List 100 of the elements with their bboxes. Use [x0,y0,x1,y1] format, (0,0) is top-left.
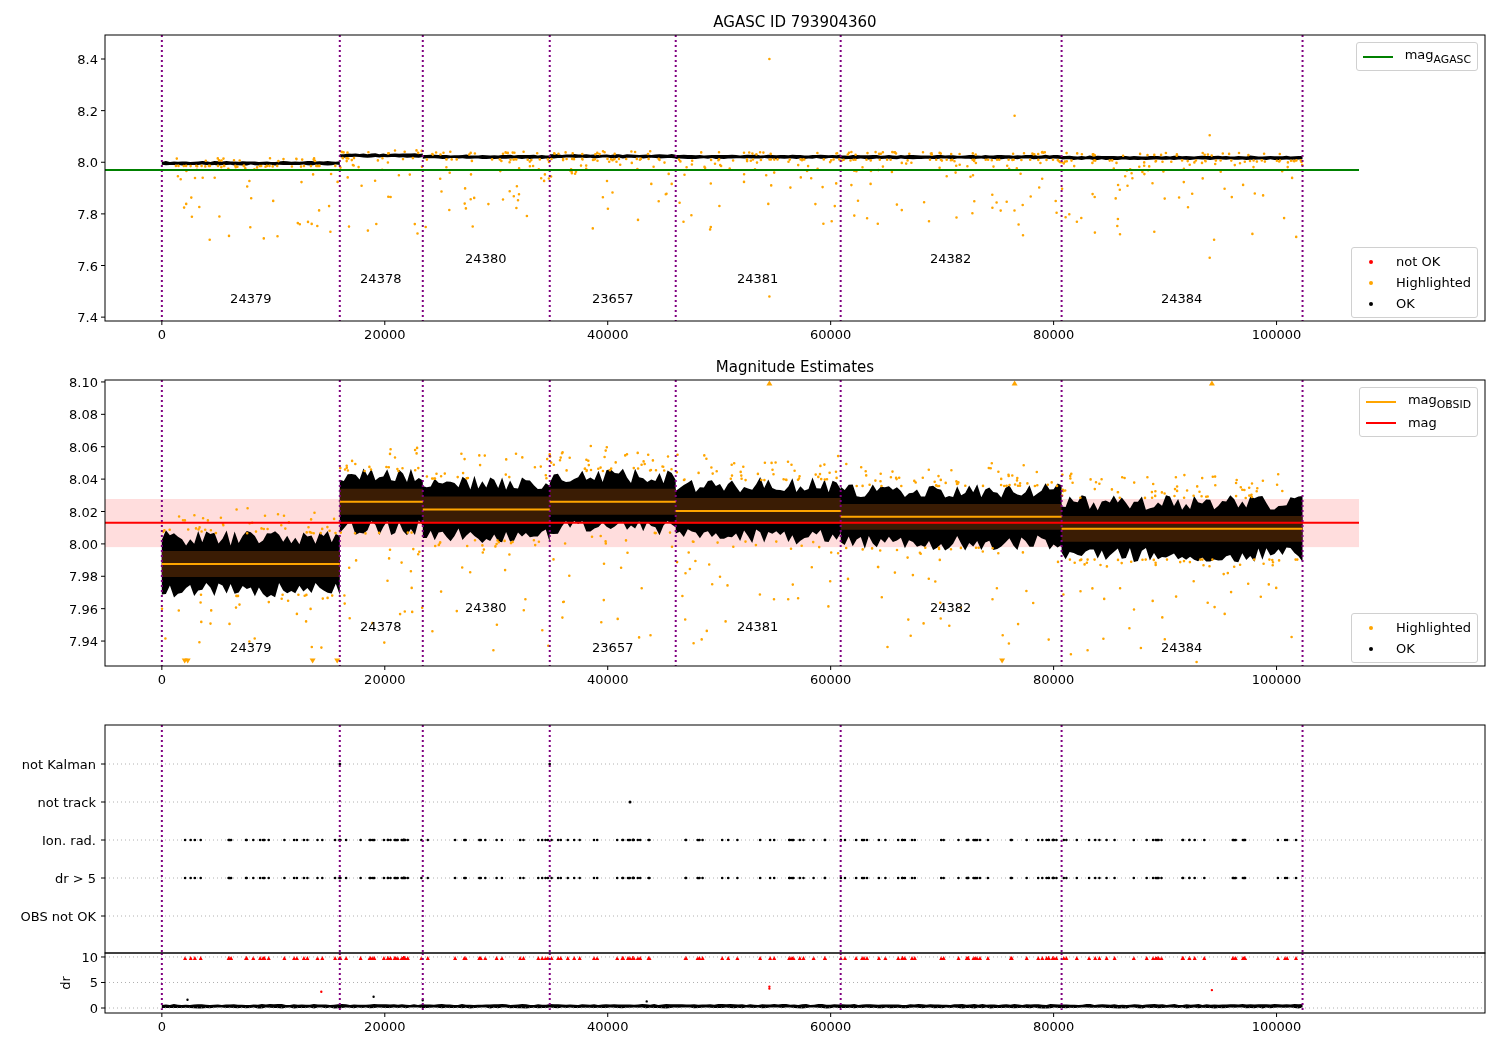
tick-mark [607,320,609,326]
legend-label: OK [1396,296,1415,311]
tick-mark [100,316,106,318]
tick-label: 7.8 [77,206,98,222]
tick-mark [100,478,106,480]
offscale-marker [334,658,341,664]
tick-label: 80000 [1032,1019,1075,1034]
offscale-marker [1208,380,1215,386]
tick-label: 7.96 [69,601,98,617]
tick-mark [1053,320,1055,326]
obsid-label: 24382 [929,599,972,615]
legend-label: Highlighted [1396,620,1471,635]
tick-mark [1053,665,1055,671]
legend-label: not OK [1396,254,1441,269]
tick-label: 40000 [587,672,629,687]
tick-label: 100000 [1251,1019,1302,1034]
legend-label: mag$_{OBSID}$ [1407,392,1471,411]
tick-mark [100,543,106,545]
obsid-label: 24381 [737,619,779,635]
tick-label: 7.98 [69,569,98,585]
tick-mark [607,1012,609,1018]
tick-label: 60000 [810,1019,852,1034]
chart-title: AGASC ID 793904360 [713,13,877,31]
offscale-marker [309,658,316,664]
tick-mark [384,665,386,671]
tick-mark [100,110,106,112]
tick-mark [1276,1012,1278,1018]
tick-mark [384,1012,386,1018]
tick-mark [161,1012,163,1018]
tick-mark [1276,665,1278,671]
obsid-label: 24384 [1160,640,1203,656]
tick-mark [100,640,106,642]
tick-mark [830,665,832,671]
tick-label: 8.10 [69,374,98,390]
tick-label: 8.08 [69,407,98,423]
obsid-label: 24379 [230,640,272,656]
obsid-label: 24380 [465,599,507,615]
tick-label: 8.4 [77,52,98,67]
tick-mark [100,839,106,841]
tick-label: 40000 [587,327,629,342]
tick-mark [1053,1012,1055,1018]
tick-mark [100,265,106,266]
tick-label: OBS not OK [20,909,96,924]
tick-label: 8.06 [69,439,98,455]
tick-label: 80000 [1032,327,1075,342]
tick-mark [100,956,106,958]
tick-mark [384,320,386,326]
tick-label: 7.6 [77,258,98,274]
tick-label: 60000 [810,327,852,342]
tick-label: 5 [89,975,98,991]
tick-mark [100,1007,106,1009]
tick-label: 8.00 [69,536,98,552]
tick-label: dr > 5 [54,871,96,886]
tick-label: 7.4 [77,310,98,326]
tick-label: 80000 [1032,672,1075,687]
legend-label: mag$_{AGASC}$ [1404,47,1471,66]
tick-label: 0 [157,1019,166,1034]
axis-label: dr [58,976,73,990]
tick-label: 100000 [1251,672,1302,687]
tick-label: 0 [157,327,166,342]
offscale-marker [766,380,773,386]
tick-label: 8.2 [77,103,98,119]
obsid-label: 24378 [360,619,402,635]
tick-mark [100,58,106,60]
tick-label: not track [37,795,96,810]
tick-mark [161,320,163,326]
tick-label: 8.04 [69,472,98,488]
tick-label: 100000 [1251,327,1302,342]
obsid-label: 24382 [929,251,972,267]
tick-mark [100,915,106,917]
legend-label: Highlighted [1396,275,1471,290]
legend-label: OK [1396,641,1415,656]
tick-label: 8.02 [69,504,98,520]
tick-mark [100,511,106,512]
tick-label: 60000 [810,672,852,687]
tick-mark [100,446,106,448]
tick-label: 20000 [364,672,406,687]
obsid-label: 24379 [230,291,272,307]
obsid-label: 24378 [360,271,402,287]
tick-mark [100,801,106,803]
tick-mark [100,608,106,610]
tick-label: not Kalman [21,757,96,772]
tick-mark [100,877,106,879]
tick-mark [830,1012,832,1018]
obsid-label: 23657 [592,291,634,307]
tick-mark [100,213,106,215]
tick-mark [830,320,832,326]
tick-label: 10 [81,950,98,965]
tick-mark [161,665,163,671]
legend-label: mag [1407,415,1437,430]
obsid-label: 24384 [1160,291,1203,307]
tick-label: 20000 [364,1019,406,1034]
offscale-marker [1011,380,1018,386]
tick-label: Ion. rad. [42,833,96,848]
tick-mark [100,161,106,163]
tick-mark [100,575,106,577]
tick-label: 8.0 [77,155,98,171]
tick-mark [100,763,106,765]
tick-label: 20000 [364,327,406,342]
chart-title: Magnitude Estimates [715,358,875,376]
